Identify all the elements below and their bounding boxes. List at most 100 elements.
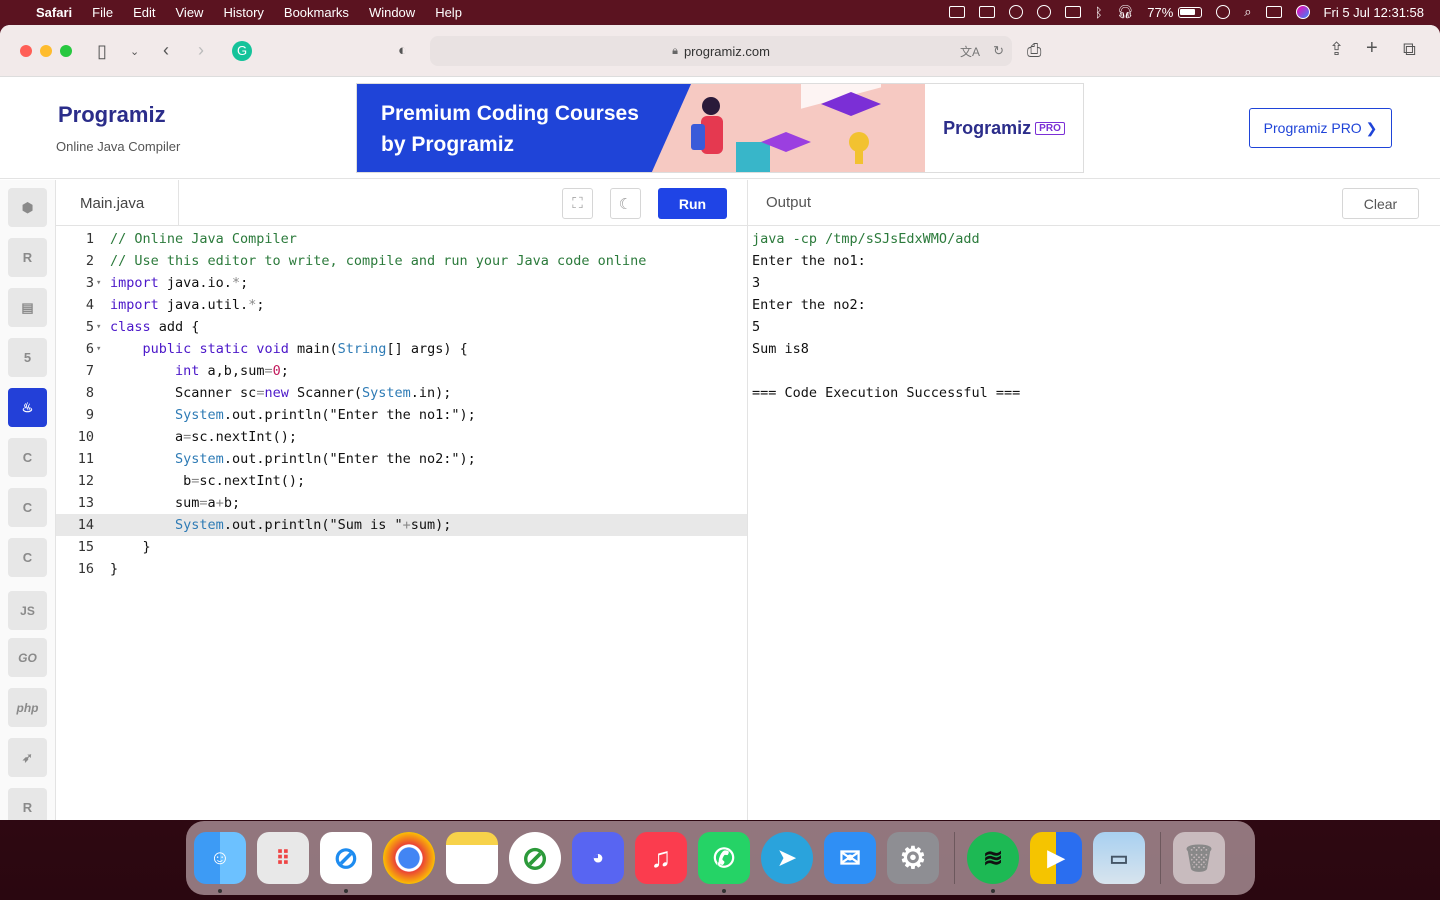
preview-icon[interactable]: ▭ [1093, 832, 1145, 884]
html-icon[interactable]: 5 [8, 338, 47, 377]
sidebar-toggle-icon[interactable]: ▯ [97, 42, 107, 60]
programiz-logo[interactable]: Programiz [58, 102, 166, 128]
mail-icon[interactable]: ✉ [824, 832, 876, 884]
c-icon[interactable]: C [8, 438, 47, 477]
blocked-app-icon[interactable]: ⊘ [509, 832, 561, 884]
whatsapp-icon[interactable]: ✆ [698, 832, 750, 893]
spotify-icon[interactable]: ≋ [967, 832, 1019, 893]
siri-icon[interactable] [1295, 5, 1310, 19]
code-text: a=sc.nextInt(); [110, 429, 297, 445]
screen-mirroring-icon[interactable] [978, 6, 995, 18]
fold-toggle-icon[interactable]: ▾ [96, 272, 101, 294]
r-icon[interactable]: R [8, 238, 47, 277]
user-icon[interactable] [1036, 5, 1051, 19]
sql-icon[interactable]: ▤ [8, 288, 47, 327]
media-player-icon[interactable]: ▶ [1030, 832, 1082, 884]
code-line[interactable]: 4 import java.util.*; [56, 294, 747, 316]
zoom-window-button[interactable] [60, 45, 72, 57]
new-tab-icon[interactable]: + [1366, 38, 1378, 58]
menu-app-name[interactable]: Safari [36, 5, 72, 20]
clear-button[interactable]: Clear [1342, 188, 1419, 219]
grammarly-extension-icon[interactable]: G [232, 41, 252, 61]
rust-icon[interactable]: R [8, 788, 47, 820]
fullscreen-icon[interactable]: ⛶ [562, 188, 593, 219]
ad-banner[interactable]: Premium Coding Courses by Programiz Prog… [356, 83, 1084, 173]
music-icon[interactable]: ♫ [635, 832, 687, 884]
chrome-icon[interactable] [383, 832, 435, 884]
battery-status[interactable]: 77% [1147, 5, 1203, 20]
menu-clock[interactable]: Fri 5 Jul 12:31:58 [1324, 5, 1424, 20]
code-line[interactable]: 9 System.out.println("Enter the no1:"); [56, 404, 747, 426]
translate-icon[interactable]: 文A [960, 43, 980, 60]
bluetooth-icon[interactable]: ᛒ [1095, 5, 1103, 20]
code-line[interactable]: 2 // Use this editor to write, compile an… [56, 250, 747, 272]
dark-mode-icon[interactable]: ☾ [610, 188, 641, 219]
wifi-icon[interactable] [1216, 5, 1231, 19]
discord-icon[interactable]: ◕ [572, 832, 624, 884]
close-window-button[interactable] [20, 45, 32, 57]
privacy-shield-icon[interactable]: ◐ [398, 42, 407, 60]
fold-toggle-icon[interactable]: ▾ [96, 316, 101, 338]
php-icon[interactable]: php [8, 688, 47, 727]
run-button[interactable]: Run [658, 188, 727, 219]
finder-icon[interactable]: ☺ [194, 832, 246, 893]
file-tab[interactable]: Main.java [56, 180, 179, 226]
launchpad-icon[interactable]: ⠿ [257, 832, 309, 884]
chevron-down-icon[interactable]: ⌄ [130, 43, 139, 61]
forward-icon[interactable]: › [198, 41, 204, 59]
code-line[interactable]: 16} [56, 558, 747, 580]
airdrop-icon[interactable] [1008, 5, 1023, 19]
code-line[interactable]: 7 int a,b,sum=0; [56, 360, 747, 382]
line-number: 12 [77, 473, 94, 489]
code-line[interactable]: 6 ▾ public static void main(String[] args… [56, 338, 747, 360]
code-line[interactable]: 11 System.out.println("Enter the no2:"); [56, 448, 747, 470]
code-line[interactable]: 12 b=sc.nextInt(); [56, 470, 747, 492]
notes-icon[interactable] [446, 832, 498, 884]
cpp-icon[interactable]: C [8, 488, 47, 527]
swift-icon[interactable]: ➶ [8, 738, 47, 777]
spotlight-search-icon[interactable]: ⌕ [1244, 4, 1251, 20]
system-settings-icon[interactable]: ⚙ [887, 832, 939, 884]
code-line[interactable]: 14 System.out.println("Sum is "+sum); [56, 514, 747, 536]
code-line[interactable]: 13 sum=a+b; [56, 492, 747, 514]
safari-icon[interactable]: ⊘ [320, 832, 372, 893]
go-icon[interactable]: GO [8, 638, 47, 677]
code-line[interactable]: 8 Scanner sc=new Scanner(System.in); [56, 382, 747, 404]
menu-history[interactable]: History [223, 5, 263, 20]
stage-manager-icon[interactable] [948, 6, 965, 18]
back-icon[interactable]: ‹ [163, 41, 169, 59]
address-bar[interactable]: 🔒︎ programiz.com 文A ↻ [430, 36, 1012, 66]
python-icon[interactable]: ⬢ [8, 188, 47, 227]
control-center-icon[interactable] [1265, 6, 1282, 18]
fold-toggle-icon[interactable]: ▾ [96, 338, 101, 360]
menu-view[interactable]: View [176, 5, 204, 20]
code-area[interactable]: 1 // Online Java Compiler 2 // Use this edi… [56, 228, 747, 580]
menu-edit[interactable]: Edit [133, 5, 155, 20]
output-console[interactable]: java -cp /tmp/sSJsEdxWMO/add Enter the no… [752, 228, 1020, 404]
code-line[interactable]: 15 } [56, 536, 747, 558]
csharp-icon[interactable]: C [8, 538, 47, 577]
menu-help[interactable]: Help [435, 5, 462, 20]
minimize-window-button[interactable] [40, 45, 52, 57]
code-text: sum=a+b; [110, 495, 241, 511]
headphones-icon[interactable]: 🎧︎ [1117, 4, 1134, 20]
code-text: public static void main(String[] args) { [142, 341, 468, 357]
safari-window: ▯ ⌄ ‹ › G ◐ 🔒︎ programiz.com 文A ↻ ⎙ ⇪ + … [0, 25, 1440, 820]
code-line[interactable]: 3 ▾ import java.io.*; [56, 272, 747, 294]
javascript-icon[interactable]: JS [8, 591, 47, 630]
programiz-pro-button[interactable]: Programiz PRO ❯ [1249, 108, 1392, 148]
share-icon[interactable]: ⇪ [1329, 40, 1344, 58]
reader-print-icon[interactable]: ⎙ [1027, 41, 1041, 59]
trash-icon[interactable]: 🗑︎ [1173, 832, 1225, 884]
code-line[interactable]: 5 ▾ class add { [56, 316, 747, 338]
keyboard-icon[interactable] [1064, 6, 1081, 18]
tab-overview-icon[interactable]: ⧉ [1403, 40, 1416, 58]
code-line[interactable]: 1 // Online Java Compiler [56, 228, 747, 250]
menu-file[interactable]: File [92, 5, 113, 20]
telegram-icon[interactable]: ➤ [761, 832, 813, 884]
java-icon[interactable]: ♨ [8, 388, 47, 427]
reload-icon[interactable]: ↻ [993, 43, 1004, 59]
menu-window[interactable]: Window [369, 5, 415, 20]
menu-bookmarks[interactable]: Bookmarks [284, 5, 349, 20]
code-line[interactable]: 10 a=sc.nextInt(); [56, 426, 747, 448]
